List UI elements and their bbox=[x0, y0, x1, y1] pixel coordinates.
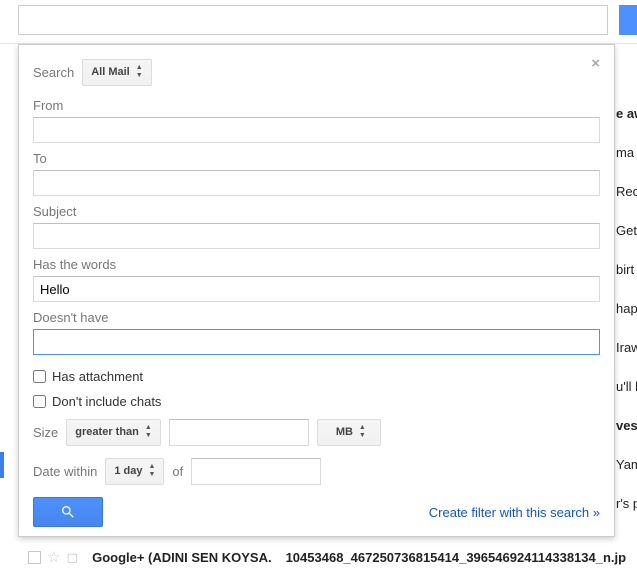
from-label: From bbox=[33, 98, 600, 113]
background-mail-snippets: e aw ma / Rec Get birt hap Iraw u'll l v… bbox=[616, 106, 637, 535]
create-filter-link[interactable]: Create filter with this search » bbox=[429, 505, 600, 520]
search-icon bbox=[60, 504, 76, 520]
size-value-input[interactable] bbox=[169, 419, 309, 446]
date-value-input[interactable] bbox=[191, 458, 321, 485]
global-search-input[interactable] bbox=[18, 5, 608, 35]
subject-label: Subject bbox=[33, 204, 600, 219]
has-words-input[interactable] bbox=[33, 276, 600, 302]
no-chats-checkbox[interactable] bbox=[33, 395, 46, 408]
bg-row: u'll l bbox=[616, 379, 637, 418]
size-unit-select[interactable]: MB bbox=[317, 419, 381, 446]
chevron-updown-icon bbox=[148, 463, 155, 479]
close-icon[interactable]: × bbox=[591, 55, 600, 72]
bg-row: e aw bbox=[616, 106, 637, 145]
bg-row: Iraw bbox=[616, 340, 637, 379]
has-words-label: Has the words bbox=[33, 257, 600, 272]
to-input[interactable] bbox=[33, 170, 600, 196]
mail-list-row[interactable]: ☆ ◻ Google+ (ADINI SEN KOYSA. 10453468_4… bbox=[28, 548, 628, 566]
bg-row: Rec bbox=[616, 184, 637, 223]
bg-row: Yam bbox=[616, 457, 637, 496]
date-range-value: 1 day bbox=[114, 465, 142, 477]
has-attachment-checkbox[interactable] bbox=[33, 370, 46, 383]
bg-row: ves bbox=[616, 418, 637, 457]
size-operator-select[interactable]: greater than bbox=[66, 419, 161, 446]
global-search-button[interactable] bbox=[619, 5, 637, 35]
search-scope-select[interactable]: All Mail bbox=[82, 59, 151, 86]
chevron-updown-icon bbox=[136, 64, 143, 80]
from-input[interactable] bbox=[33, 117, 600, 143]
size-unit-value: MB bbox=[336, 426, 353, 438]
subject-input[interactable] bbox=[33, 223, 600, 249]
bg-row: hap bbox=[616, 301, 637, 340]
doesnt-have-input[interactable] bbox=[33, 329, 600, 355]
row-checkbox[interactable] bbox=[28, 551, 41, 564]
bg-row: birt bbox=[616, 262, 637, 301]
doesnt-have-label: Doesn't have bbox=[33, 310, 600, 325]
chevron-updown-icon bbox=[359, 424, 366, 440]
label-icon[interactable]: ◻ bbox=[66, 549, 78, 566]
search-button[interactable] bbox=[33, 497, 103, 527]
date-within-label: Date within bbox=[33, 464, 97, 479]
bg-row: r's p bbox=[616, 496, 637, 535]
date-of-label: of bbox=[172, 464, 183, 479]
advanced-search-panel: × Search All Mail From To Subject Has th… bbox=[18, 44, 615, 537]
bg-row: Get bbox=[616, 223, 637, 262]
mail-sender: Google+ (ADINI SEN KOYSA. bbox=[92, 550, 272, 565]
size-operator-value: greater than bbox=[75, 426, 139, 438]
bg-row: ma / bbox=[616, 145, 637, 184]
chevron-updown-icon bbox=[145, 424, 152, 440]
date-range-select[interactable]: 1 day bbox=[105, 458, 164, 485]
has-attachment-label: Has attachment bbox=[52, 369, 143, 384]
left-accent bbox=[0, 452, 4, 478]
search-scope-value: All Mail bbox=[91, 66, 130, 78]
no-chats-label: Don't include chats bbox=[52, 394, 161, 409]
search-scope-label: Search bbox=[33, 65, 74, 80]
star-icon[interactable]: ☆ bbox=[47, 548, 60, 566]
to-label: To bbox=[33, 151, 600, 166]
size-label: Size bbox=[33, 425, 58, 440]
mail-subject: 10453468_467250736815414_396546924114338… bbox=[286, 550, 627, 565]
